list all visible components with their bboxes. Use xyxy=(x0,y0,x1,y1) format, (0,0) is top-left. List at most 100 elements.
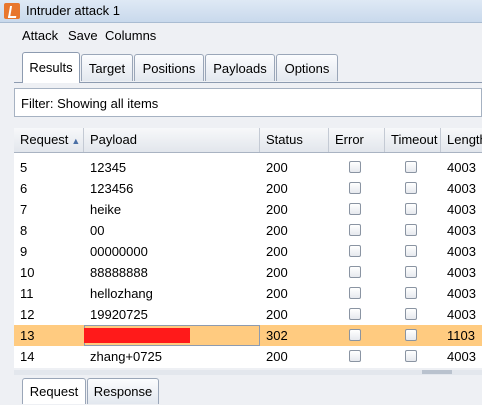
tab-results[interactable]: Results xyxy=(22,52,80,83)
error-checkbox[interactable] xyxy=(349,182,361,194)
cell-request: 13 xyxy=(20,328,35,343)
horizontal-scrollbar[interactable] xyxy=(14,370,482,375)
column-header-request[interactable]: Request ▲ xyxy=(14,128,84,152)
timeout-checkbox[interactable] xyxy=(405,203,417,215)
timeout-checkbox[interactable] xyxy=(405,266,417,278)
cell-status: 200 xyxy=(266,286,288,301)
table-header: Request ▲ Payload Status Error Timeout Le… xyxy=(14,128,482,153)
column-label-request: Request xyxy=(20,132,69,147)
filter-bar[interactable]: Filter: Showing all items xyxy=(14,88,482,117)
cell-length: 4003 xyxy=(447,202,476,217)
tab-divider xyxy=(14,82,482,83)
tab-options[interactable]: Options xyxy=(276,54,338,81)
cell-length: 4003 xyxy=(447,223,476,238)
cell-request: 9 xyxy=(20,244,28,259)
scrollbar-thumb[interactable] xyxy=(422,370,452,374)
cell-payload: zhang+0725 xyxy=(90,349,162,364)
table-row[interactable]: 11 hellozhang 200 4003 xyxy=(14,283,482,304)
error-checkbox[interactable] xyxy=(349,161,361,173)
error-checkbox[interactable] xyxy=(349,245,361,257)
error-checkbox[interactable] xyxy=(349,350,361,362)
cell-status: 200 xyxy=(266,181,288,196)
error-checkbox[interactable] xyxy=(349,329,361,341)
cell-status: 200 xyxy=(266,160,288,175)
tab-bar: Results Target Positions Payloads Option… xyxy=(0,49,482,83)
column-header-status[interactable]: Status xyxy=(260,128,329,152)
column-header-error[interactable]: Error xyxy=(329,128,385,152)
tab-request[interactable]: Request xyxy=(22,378,86,404)
cell-status: 200 xyxy=(266,244,288,259)
tab-payloads[interactable]: Payloads xyxy=(205,54,275,81)
error-checkbox[interactable] xyxy=(349,308,361,320)
cell-payload: 12345 xyxy=(90,160,127,175)
cell-length: 4003 xyxy=(447,265,476,280)
burp-icon xyxy=(4,3,20,19)
cell-request: 10 xyxy=(20,265,35,280)
cell-status: 302 xyxy=(266,328,288,343)
timeout-checkbox[interactable] xyxy=(405,329,417,341)
cell-payload: hellozhang xyxy=(90,286,153,301)
table-row[interactable]: 14 zhang+0725 200 4003 xyxy=(14,346,482,367)
error-checkbox[interactable] xyxy=(349,203,361,215)
cell-length: 4003 xyxy=(447,349,476,364)
window-title: Intruder attack 1 xyxy=(26,3,120,18)
tab-positions[interactable]: Positions xyxy=(134,54,204,81)
cell-length: 1103 xyxy=(447,328,475,343)
cell-status: 200 xyxy=(266,202,288,217)
table-row[interactable]: 6 123456 200 4003 xyxy=(14,178,482,199)
cell-length: 4003 xyxy=(447,307,476,322)
cell-length: 4003 xyxy=(447,286,476,301)
cell-status: 200 xyxy=(266,265,288,280)
cell-payload: 88888888 xyxy=(90,265,148,280)
timeout-checkbox[interactable] xyxy=(405,224,417,236)
menu-bar: Attack Save Columns xyxy=(0,23,482,47)
table-row[interactable]: 10 88888888 200 4003 xyxy=(14,262,482,283)
cell-payload: 123456 xyxy=(90,181,134,196)
table-row[interactable]: 13 302 1103 xyxy=(14,325,482,346)
filter-text: Filter: Showing all items xyxy=(21,96,159,111)
menu-columns[interactable]: Columns xyxy=(105,28,156,43)
timeout-checkbox[interactable] xyxy=(405,245,417,257)
results-table: Request ▲ Payload Status Error Timeout Le… xyxy=(14,128,482,368)
error-checkbox[interactable] xyxy=(349,224,361,236)
timeout-checkbox[interactable] xyxy=(405,287,417,299)
table-row[interactable]: 8 00 200 4003 xyxy=(14,220,482,241)
sort-up-icon: ▲ xyxy=(71,136,81,146)
timeout-checkbox[interactable] xyxy=(405,161,417,173)
cell-status: 200 xyxy=(266,307,288,322)
cell-request: 8 xyxy=(20,223,28,238)
error-checkbox[interactable] xyxy=(349,266,361,278)
column-header-length[interactable]: Length xyxy=(441,128,482,152)
menu-save[interactable]: Save xyxy=(68,28,98,43)
table-row[interactable]: 7 heike 200 4003 xyxy=(14,199,482,220)
table-row[interactable]: 9 00000000 200 4003 xyxy=(14,241,482,262)
table-row[interactable]: 12 19920725 200 4003 xyxy=(14,304,482,325)
timeout-checkbox[interactable] xyxy=(405,308,417,320)
tab-response[interactable]: Response xyxy=(87,378,159,404)
table-row[interactable]: 5 12345 200 4003 xyxy=(14,157,482,178)
column-header-payload[interactable]: Payload xyxy=(84,128,260,152)
redaction-block xyxy=(84,328,190,343)
cell-length: 4003 xyxy=(447,160,476,175)
cell-status: 200 xyxy=(266,223,288,238)
timeout-checkbox[interactable] xyxy=(405,182,417,194)
cell-request: 11 xyxy=(20,286,34,301)
cell-payload: 00 xyxy=(90,223,105,238)
cell-request: 5 xyxy=(20,160,28,175)
cell-request: 12 xyxy=(20,307,35,322)
tab-target[interactable]: Target xyxy=(81,54,133,81)
bottom-tab-bar: Request Response xyxy=(0,376,482,404)
cell-payload: 19920725 xyxy=(90,307,148,322)
title-bar: Intruder attack 1 xyxy=(0,0,482,23)
cell-length: 4003 xyxy=(447,181,476,196)
cell-payload: 00000000 xyxy=(90,244,148,259)
menu-attack[interactable]: Attack xyxy=(22,28,58,43)
column-header-timeout[interactable]: Timeout xyxy=(385,128,441,152)
cell-payload: heike xyxy=(90,202,122,217)
cell-length: 4003 xyxy=(447,244,476,259)
cell-request: 14 xyxy=(20,349,35,364)
error-checkbox[interactable] xyxy=(349,287,361,299)
cell-status: 200 xyxy=(266,349,288,364)
timeout-checkbox[interactable] xyxy=(405,350,417,362)
cell-request: 6 xyxy=(20,181,28,196)
